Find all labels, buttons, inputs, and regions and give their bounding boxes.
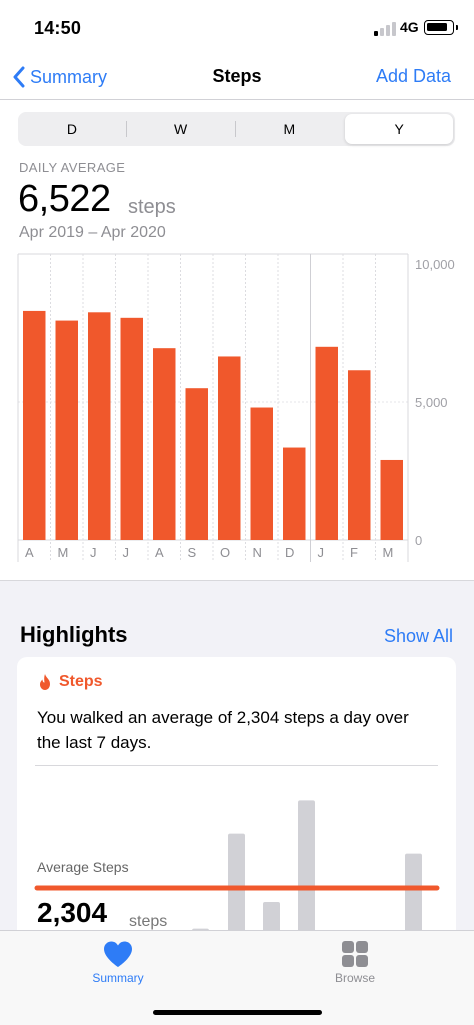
- signal-icon: [374, 22, 396, 36]
- x-tick-label: J: [90, 545, 97, 560]
- bar-5: [185, 388, 208, 540]
- section-separator: [0, 580, 474, 612]
- home-indicator: [153, 1010, 322, 1015]
- mini-bar-4: [405, 853, 422, 937]
- average-steps-value: 2,304: [37, 897, 108, 928]
- time-range-segmented-control: D W M Y: [18, 112, 455, 146]
- average-steps-label: Average Steps: [37, 859, 129, 875]
- show-all-link[interactable]: Show All: [384, 626, 453, 647]
- mini-bar-1: [228, 833, 245, 937]
- segment-day[interactable]: D: [18, 112, 126, 146]
- network-type: 4G: [400, 19, 419, 35]
- battery-icon: [424, 20, 458, 35]
- add-data-button[interactable]: Add Data: [376, 66, 451, 87]
- tab-summary[interactable]: Summary: [78, 937, 158, 985]
- bar-2: [88, 312, 111, 540]
- highlight-card[interactable]: Steps You walked an average of 2,304 ste…: [17, 657, 456, 947]
- date-range: Apr 2019 – Apr 2020: [19, 224, 166, 241]
- x-tick-label: N: [253, 545, 262, 560]
- bar-3: [120, 317, 143, 540]
- x-tick-label: F: [350, 545, 358, 560]
- highlights-title: Highlights: [20, 622, 128, 647]
- status-bar: 14:50 4G: [0, 0, 474, 54]
- x-tick-label: O: [220, 545, 230, 560]
- bar-1: [55, 320, 78, 540]
- bar-6: [218, 356, 241, 540]
- segment-year[interactable]: Y: [345, 114, 453, 144]
- segment-week[interactable]: W: [127, 112, 235, 146]
- y-tick-label: 0: [415, 533, 422, 548]
- bar-9: [315, 346, 338, 540]
- status-time: 14:50: [34, 18, 82, 38]
- card-category-label: Steps: [59, 673, 103, 690]
- bar-0: [23, 310, 46, 540]
- x-tick-label: M: [383, 545, 394, 560]
- tab-summary-label: Summary: [92, 971, 144, 985]
- grid-icon: [342, 941, 368, 967]
- y-tick-label: 5,000: [415, 395, 448, 410]
- x-tick-label: D: [285, 545, 294, 560]
- x-tick-label: A: [155, 545, 164, 560]
- x-tick-label: A: [25, 545, 34, 560]
- tab-browse[interactable]: Browse: [315, 937, 395, 985]
- segment-month[interactable]: M: [236, 112, 344, 146]
- daily-average-value: 6,522: [18, 178, 111, 220]
- x-tick-label: M: [58, 545, 69, 560]
- navigation-bar: Summary Steps Add Data: [0, 54, 474, 100]
- highlight-text: You walked an average of 2,304 steps a d…: [37, 708, 409, 752]
- steps-bar-chart[interactable]: A M J J A S O N D J F M 10,000 5,000 0: [0, 248, 474, 578]
- bar-4: [153, 348, 176, 540]
- bar-7: [250, 407, 273, 540]
- mini-bar-3: [298, 800, 315, 937]
- tab-browse-label: Browse: [334, 971, 375, 985]
- x-tick-label: J: [123, 545, 130, 560]
- average-steps-unit: steps: [129, 913, 168, 930]
- bar-10: [348, 370, 371, 540]
- y-tick-label: 10,000: [415, 257, 455, 272]
- card-category: Steps: [37, 673, 103, 691]
- heart-icon: [104, 941, 132, 967]
- x-tick-label: J: [318, 545, 325, 560]
- daily-average-label: DAILY AVERAGE: [19, 160, 126, 175]
- daily-average-unit: steps: [128, 196, 176, 218]
- flame-icon: [40, 674, 50, 690]
- bar-8: [283, 447, 306, 540]
- bar-11: [380, 459, 403, 540]
- x-tick-label: S: [188, 545, 197, 560]
